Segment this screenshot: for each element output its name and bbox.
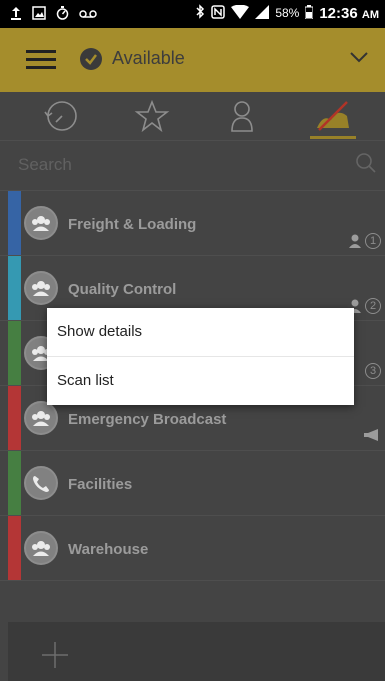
availability-status[interactable]: Available — [112, 48, 185, 69]
voicemail-icon — [79, 7, 97, 22]
bluetooth-icon — [195, 4, 205, 22]
menu-item-scan-list[interactable]: Scan list — [47, 356, 354, 405]
image-icon — [32, 5, 46, 23]
check-circle-icon[interactable] — [80, 48, 102, 70]
nfc-icon — [211, 4, 226, 22]
upload-icon — [10, 6, 22, 23]
battery-percent: 58% — [275, 6, 300, 20]
menu-icon[interactable] — [26, 50, 56, 70]
status-bar: 58% 12:36 AM — [0, 0, 385, 28]
app-bar: Available — [0, 28, 385, 92]
clock: 12:36 AM — [319, 4, 379, 22]
phone-screen: { "status_bar": { "battery": "58%", "tim… — [0, 0, 385, 681]
menu-item-show-details[interactable]: Show details — [47, 308, 354, 356]
stopwatch-icon — [56, 5, 69, 23]
context-menu: Show details Scan list — [47, 308, 354, 405]
wifi-icon — [231, 4, 250, 22]
signal-icon — [255, 4, 270, 22]
chevron-down-icon[interactable] — [349, 50, 369, 68]
battery-icon — [304, 4, 314, 22]
